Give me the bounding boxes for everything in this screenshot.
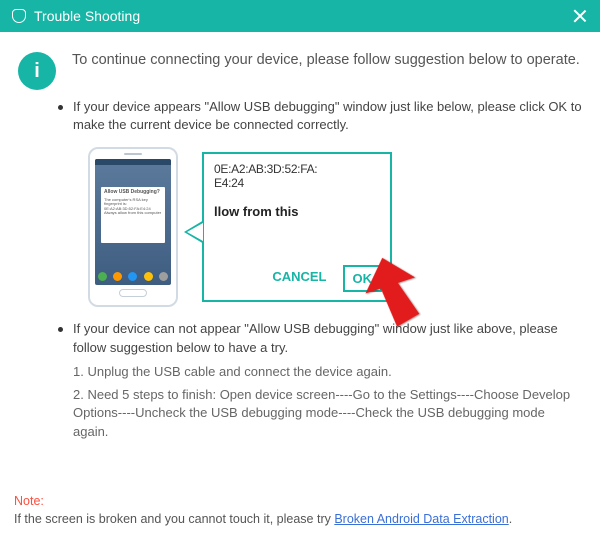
arrow-icon [358,247,448,337]
footer-note: Note: If the screen is broken and you ca… [14,493,586,528]
phone-dialog: Allow USB Debugging? The computer's RSA … [101,187,165,243]
cancel-button[interactable]: CANCEL [264,265,334,292]
illustration: Allow USB Debugging? The computer's RSA … [88,142,582,312]
bullet-2-text: If your device can not appear "Allow USB… [73,320,582,356]
note-label: Note: [14,494,44,508]
intro-text: To continue connecting your device, plea… [72,50,580,70]
broken-android-link[interactable]: Broken Android Data Extraction [334,512,508,526]
mac-line-1: 0E:A2:AB:3D:52:FA: [214,162,380,176]
step-2: 2. Need 5 steps to finish: Open device s… [73,386,582,443]
content: i To continue connecting your device, pl… [0,32,600,448]
shield-icon [12,9,26,23]
phone-mockup: Allow USB Debugging? The computer's RSA … [88,147,178,307]
bullet-1: If your device appears "Allow USB debugg… [58,98,582,134]
step-1: 1. Unplug the USB cable and connect the … [73,363,582,382]
info-icon: i [18,52,56,90]
phone-dialog-header: Allow USB Debugging? [104,190,162,196]
close-icon[interactable] [572,8,588,24]
titlebar: Trouble Shooting [0,0,600,32]
bullet-1-text: If your device appears "Allow USB debugg… [73,98,582,134]
mac-line-2: E4:24 [214,176,380,190]
window-title: Trouble Shooting [34,8,140,24]
phone-dialog-body: The computer's RSA key fingerprint is: 0… [104,198,162,216]
bullet-2: If your device can not appear "Allow USB… [58,320,582,356]
note-suffix: . [509,512,512,526]
allow-text: llow from this [214,204,380,219]
callout-pointer-icon [184,220,204,244]
bullet-dot-icon [58,105,63,110]
bullet-dot-icon [58,327,63,332]
note-text: If the screen is broken and you cannot t… [14,512,334,526]
